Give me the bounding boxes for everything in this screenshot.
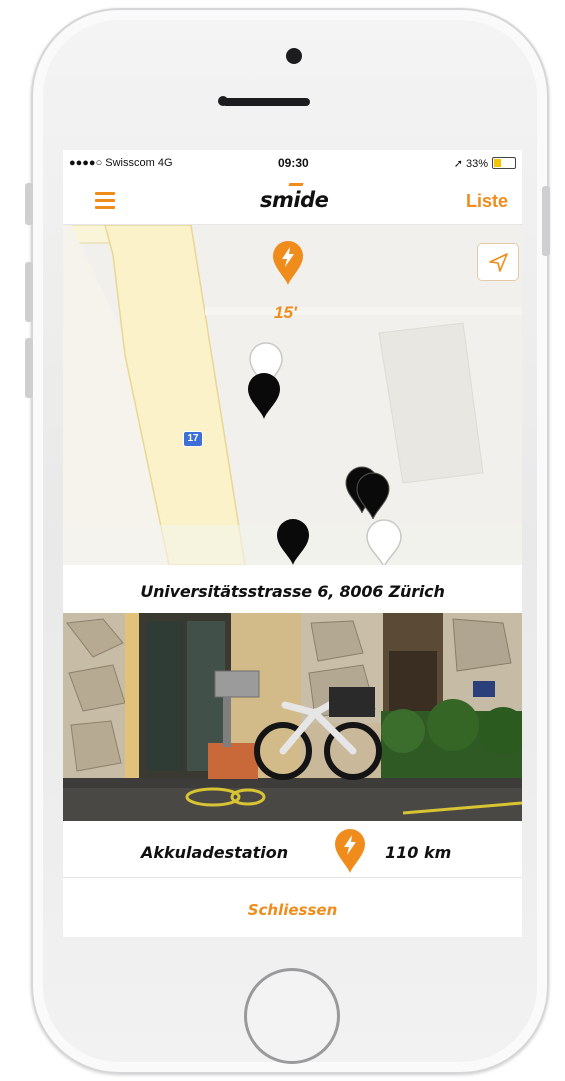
location-button[interactable]: [477, 243, 519, 281]
station-photo-image: [63, 613, 522, 821]
carrier-label: ●●●●○ Swisscom 4G: [69, 157, 173, 169]
app-logo: smide: [260, 188, 329, 212]
charging-station-marker-icon[interactable]: [271, 239, 305, 285]
logo-accent-icon: [288, 183, 304, 186]
bike-marker-icon[interactable]: [365, 519, 403, 565]
charging-station-icon: [335, 829, 365, 873]
power-button: [542, 186, 550, 256]
station-type-label: Akkuladestation: [141, 843, 289, 862]
battery-percent: ➚ 33%: [453, 158, 488, 170]
map-view[interactable]: 17 15': [63, 225, 522, 565]
front-camera: [286, 48, 302, 64]
list-view-button[interactable]: Liste: [466, 191, 508, 212]
station-photo: [63, 613, 522, 821]
home-button[interactable]: [244, 968, 340, 1064]
walking-time-label: 15': [274, 303, 297, 322]
bike-marker-icon[interactable]: [275, 517, 311, 565]
volume-up-button: [25, 262, 33, 322]
earpiece-speaker: [222, 98, 310, 106]
station-range: 110 km: [385, 843, 452, 862]
battery-icon: [492, 157, 516, 169]
road-shield-icon: 17: [183, 431, 203, 447]
bike-marker-icon[interactable]: [246, 371, 282, 419]
battery-fill: [494, 159, 501, 167]
status-bar: ●●●●○ Swisscom 4G 09:30 ➚ 33%: [63, 150, 522, 178]
close-button[interactable]: Schliessen: [63, 878, 522, 937]
navigation-bar: smide Liste: [63, 178, 522, 225]
station-address-bar: Universitätsstrasse 6, 8006 Zürich: [63, 565, 522, 613]
navigation-arrow-icon: [489, 253, 508, 272]
status-time: 09:30: [278, 156, 309, 170]
app-screen: ●●●●○ Swisscom 4G 09:30 ➚ 33% smide List…: [63, 150, 522, 937]
station-address: Universitätsstrasse 6, 8006 Zürich: [140, 582, 445, 601]
menu-icon[interactable]: [95, 192, 115, 209]
mute-switch: [25, 183, 33, 225]
volume-down-button: [25, 338, 33, 398]
close-button-label: Schliessen: [247, 901, 338, 919]
station-info-bar: Akkuladestation 110 km: [63, 821, 522, 878]
bike-marker-icon[interactable]: [355, 471, 391, 519]
